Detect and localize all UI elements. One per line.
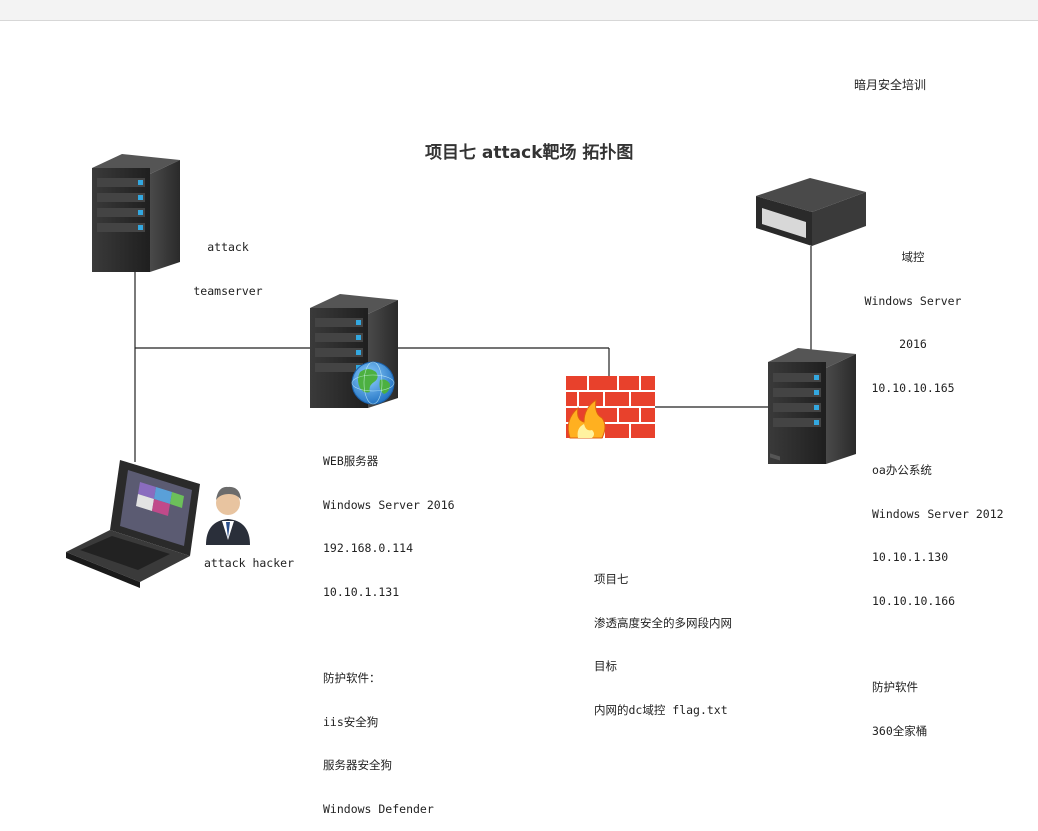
web-server-label: WEB服务器 Windows Server 2016 192.168.0.114… bbox=[323, 454, 455, 816]
hacker-label: attack hacker bbox=[204, 556, 295, 570]
laptop-icon bbox=[66, 460, 200, 588]
dc-label: 域控 Windows Server 2016 10.10.10.165 bbox=[864, 250, 962, 395]
firewall-icon bbox=[566, 376, 655, 439]
oa-server-icon bbox=[768, 348, 856, 464]
oa-server-label: oa办公系统 Windows Server 2012 10.10.1.130 1… bbox=[872, 463, 1004, 738]
project-goal-label: 项目七 渗透高度安全的多网段内网 目标 内网的dc域控 flag.txt bbox=[594, 572, 732, 717]
teamserver-server-icon bbox=[92, 154, 180, 272]
hacker-avatar-icon bbox=[206, 486, 250, 545]
globe-icon bbox=[351, 361, 395, 405]
teamserver-label: attack teamserver bbox=[193, 240, 263, 298]
